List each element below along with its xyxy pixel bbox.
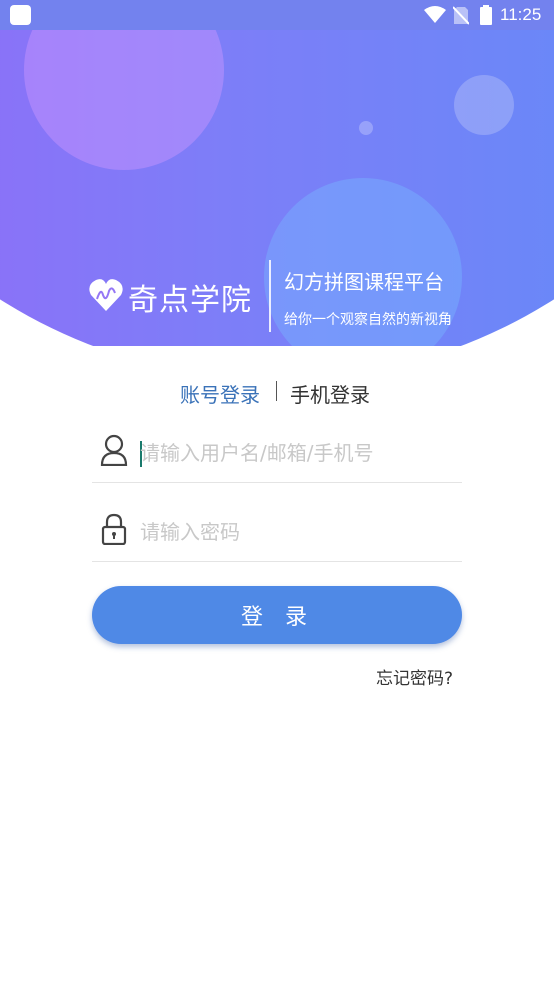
status-time: 11:25 <box>500 5 542 24</box>
brand-slogan: 给你一个观察自然的新视角 <box>284 312 452 328</box>
brand-logo-icon <box>89 279 123 311</box>
decor-bubble <box>359 121 373 135</box>
tab-account-login[interactable]: 账号登录 <box>180 379 260 408</box>
status-bar: 11:25 <box>0 0 554 30</box>
decor-bubble <box>454 75 514 135</box>
no-sim-icon <box>453 6 469 25</box>
forgot-password-link[interactable]: 忘记密码? <box>376 664 453 689</box>
user-icon <box>100 434 128 466</box>
password-input[interactable] <box>140 515 450 549</box>
brand-name: 奇点学院 <box>128 283 252 318</box>
brand-divider <box>269 260 271 332</box>
battery-icon <box>480 5 492 25</box>
tab-phone-login[interactable]: 手机登录 <box>290 379 370 408</box>
username-field[interactable] <box>92 406 462 483</box>
tab-divider <box>276 381 277 401</box>
wifi-icon <box>424 6 446 23</box>
password-field[interactable] <box>92 485 462 562</box>
lock-icon <box>101 513 127 545</box>
login-button[interactable]: 登录 <box>92 586 462 644</box>
username-input[interactable] <box>140 436 450 470</box>
brand-title: 幻方拼图课程平台 <box>284 270 444 294</box>
app-notification-icon <box>10 5 31 25</box>
